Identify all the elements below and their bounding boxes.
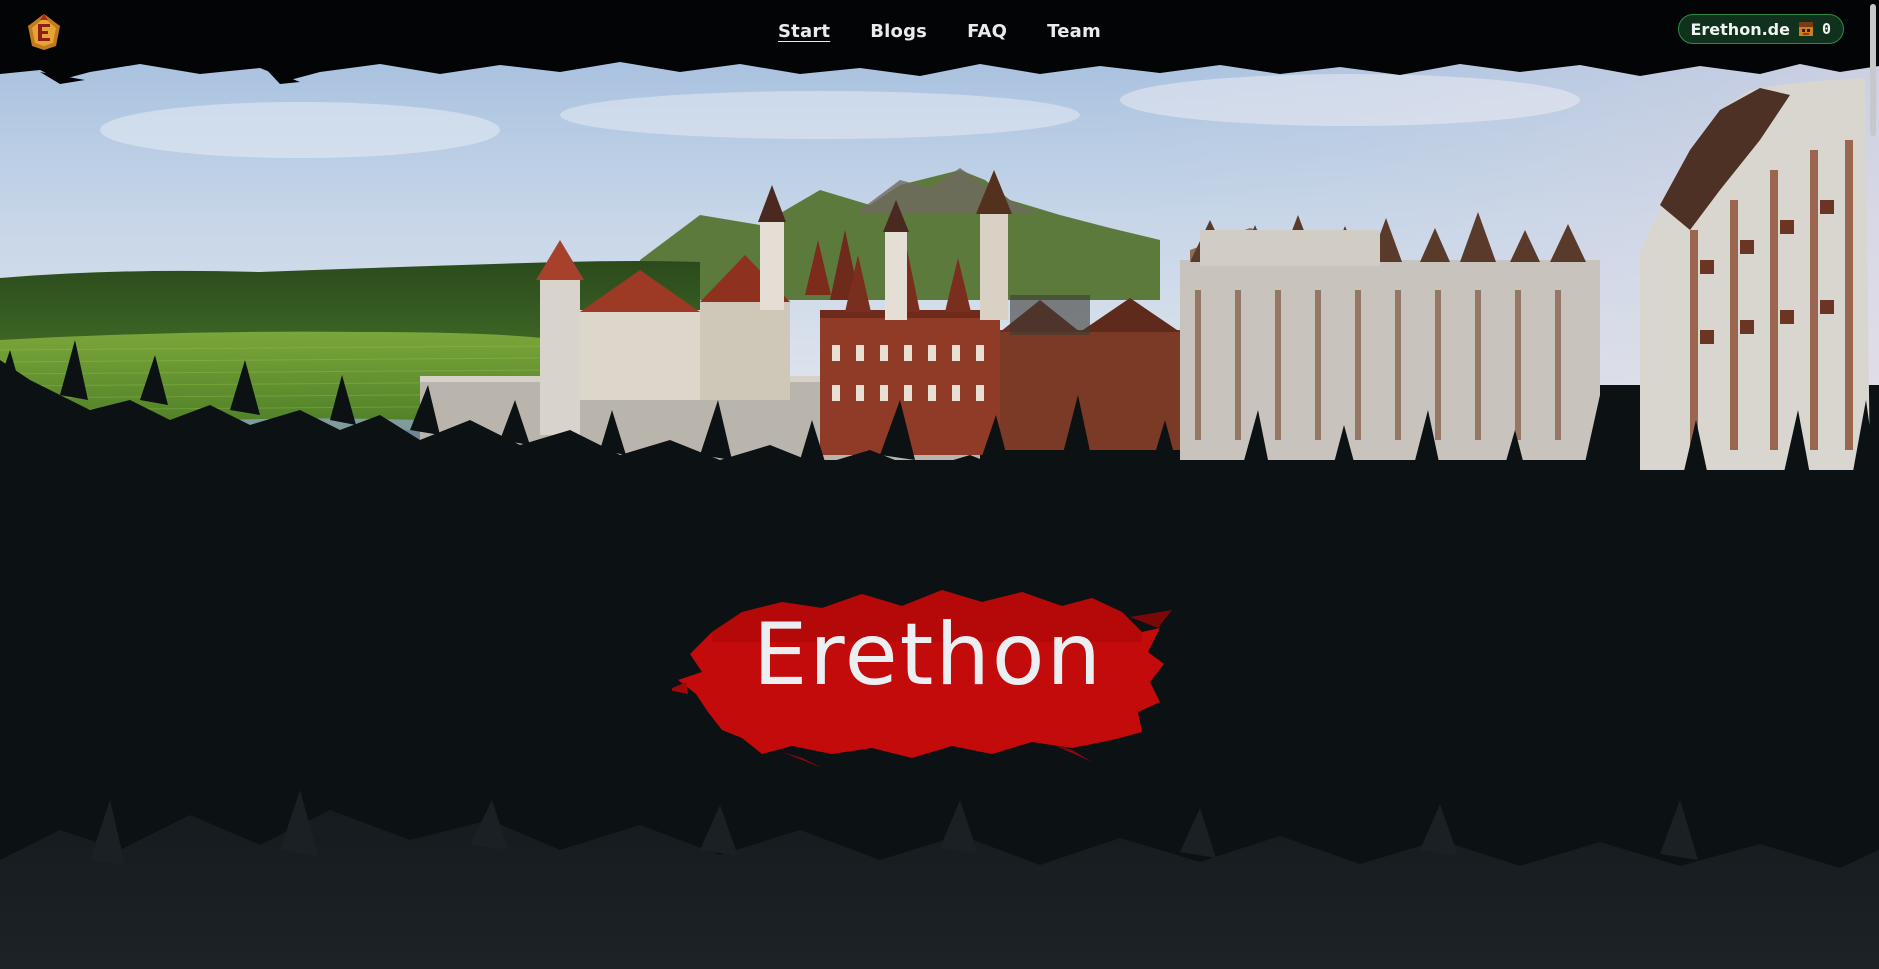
nav-link-start[interactable]: Start	[778, 21, 830, 42]
server-name: Erethon.de	[1690, 19, 1790, 39]
nav-links: Start Blogs FAQ Team	[0, 0, 1879, 62]
navbar: Start Blogs FAQ Team Erethon.de 0	[0, 0, 1879, 62]
hero-panorama-image	[0, 0, 1879, 969]
player-head-icon	[1797, 20, 1815, 38]
scrollbar-thumb[interactable]	[1870, 4, 1876, 136]
nav-link-blogs[interactable]: Blogs	[870, 21, 927, 42]
online-player-count: 0	[1821, 20, 1831, 38]
hero-title-badge: Erethon	[672, 572, 1184, 772]
nav-link-faq[interactable]: FAQ	[967, 21, 1007, 42]
page: Start Blogs FAQ Team Erethon.de 0 Eretho…	[0, 0, 1879, 969]
nav-link-team[interactable]: Team	[1047, 21, 1101, 42]
hero-section	[0, 0, 1879, 969]
server-status-button[interactable]: Erethon.de 0	[1678, 14, 1844, 44]
page-scrollbar[interactable]	[1867, 0, 1879, 969]
hero-title: Erethon	[752, 605, 1104, 705]
